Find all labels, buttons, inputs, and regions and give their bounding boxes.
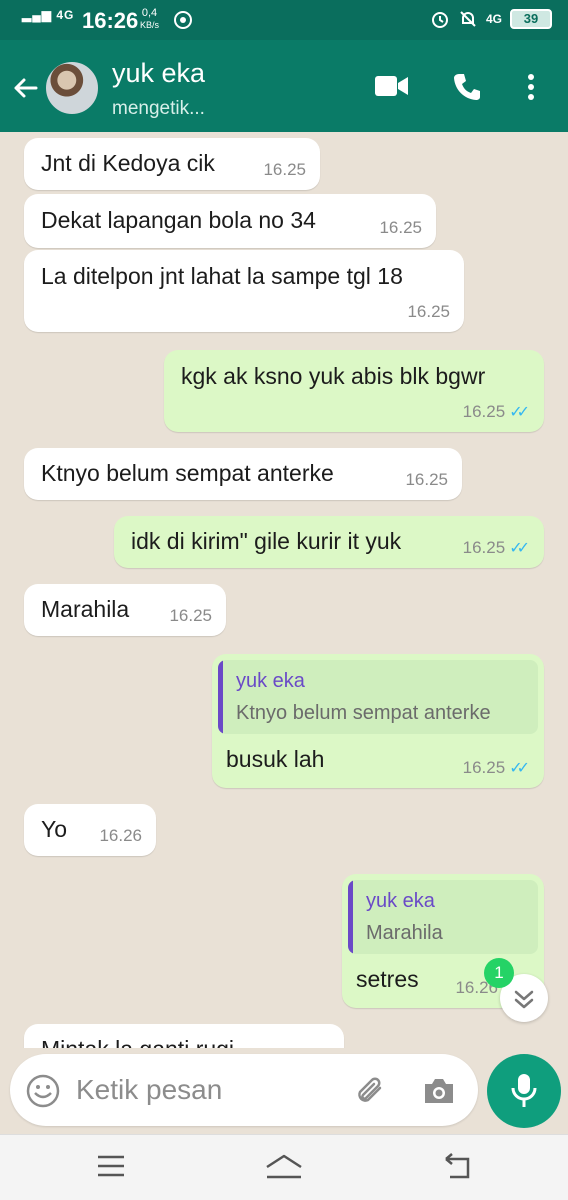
message-meta: 16.25 — [379, 218, 422, 238]
message-time: 16.25 — [462, 758, 506, 777]
speed-value: 0,4 — [141, 7, 158, 19]
quote-text: Marahila — [366, 922, 443, 944]
incoming-message[interactable]: Marahila 16.25 — [24, 584, 226, 636]
quote-author: yuk eka — [236, 670, 305, 692]
message-meta: 16.26 — [99, 826, 142, 846]
read-ticks-icon: ✓✓ — [509, 760, 530, 777]
battery-indicator: 39 — [510, 9, 552, 29]
contact-name[interactable]: yuk eka — [112, 58, 205, 89]
incoming-message[interactable]: Dekat lapangan bola no 34 16.25 — [24, 194, 436, 248]
alarm-icon — [431, 12, 448, 28]
chrome-icon — [174, 11, 192, 29]
composer-bar: Ketik pesan — [0, 1048, 568, 1134]
message-time: 16.25 — [169, 606, 212, 625]
message-text: setres — [356, 966, 419, 992]
voice-call-icon[interactable] — [452, 72, 482, 102]
microphone-icon — [511, 1074, 537, 1107]
message-list[interactable]: Jnt di Kedoya cik 16.25 Dekat lapangan b… — [0, 132, 568, 1048]
more-options-icon[interactable] — [526, 72, 536, 102]
contact-avatar[interactable] — [44, 60, 100, 116]
incoming-message[interactable]: Jnt di Kedoya cik 16.25 — [24, 138, 320, 190]
home-nav-icon[interactable] — [264, 1153, 304, 1181]
message-meta: 16.25 — [405, 470, 448, 490]
voice-record-button[interactable] — [487, 1054, 561, 1128]
read-ticks-icon: ✓✓ — [509, 404, 530, 421]
message-meta: 16.25 — [263, 160, 306, 180]
message-meta: 16.25 ✓✓ — [463, 402, 530, 422]
mute-icon — [460, 11, 476, 27]
video-call-icon[interactable] — [374, 72, 410, 100]
outgoing-reply-message[interactable]: yuk eka Ktnyo belum sempat anterke busuk… — [212, 654, 544, 788]
message-meta: 16.25 — [407, 302, 450, 322]
quoted-message[interactable]: yuk eka Marahila — [348, 880, 538, 954]
message-time: 16.25 — [462, 402, 506, 421]
message-input[interactable]: Ketik pesan — [10, 1054, 478, 1126]
outgoing-message[interactable]: idk di kirim" gile kurir it yuk 16.25 ✓✓ — [114, 516, 544, 568]
message-time: 16.25 — [379, 218, 422, 237]
incoming-message[interactable]: Ktnyo belum sempat anterke 16.25 — [24, 448, 462, 500]
incoming-message[interactable]: La ditelpon jnt lahat la sampe tgl 18 16… — [24, 250, 464, 332]
message-text: Dekat lapangan bola no 34 — [41, 207, 316, 233]
message-text: busuk lah — [226, 746, 325, 772]
camera-icon[interactable] — [422, 1076, 456, 1106]
network-speed: 0,4 KB/s — [140, 7, 159, 31]
message-input-placeholder[interactable]: Ketik pesan — [76, 1074, 222, 1106]
message-time: 16.25 — [405, 470, 448, 489]
quote-author: yuk eka — [366, 890, 435, 912]
quote-bar — [218, 660, 223, 734]
emoji-icon[interactable] — [26, 1074, 60, 1108]
message-text: Mintak la ganti rugi — [41, 1036, 234, 1048]
read-ticks-icon: ✓✓ — [509, 540, 530, 557]
incoming-message[interactable]: Yo 16.26 — [24, 804, 156, 856]
network-type-right: 4G — [485, 12, 502, 26]
menu-nav-icon[interactable] — [96, 1153, 126, 1179]
message-text: kgk ak ksno yuk abis blk bgwr — [181, 363, 486, 389]
signal-icon: ▂▄▆ — [22, 8, 52, 22]
typing-status: mengetik... — [112, 98, 205, 119]
message-time: 16.26 — [99, 826, 142, 845]
message-text: idk di kirim" gile kurir it yuk — [131, 528, 402, 554]
message-text: Ktnyo belum sempat anterke — [41, 460, 334, 486]
message-text: La ditelpon jnt lahat la sampe tgl 18 — [41, 263, 403, 289]
status-bar: ▂▄▆ 4G 16:26 0,4 KB/s 4G 39 — [0, 0, 568, 40]
message-text: Jnt di Kedoya cik — [41, 150, 215, 176]
message-time: 16.25 — [407, 302, 450, 321]
back-nav-icon[interactable] — [442, 1153, 472, 1181]
clock: 16:26 — [82, 8, 139, 33]
speed-unit: KB/s — [140, 20, 160, 30]
message-text: Yo — [41, 816, 68, 842]
network-type-left: 4G — [56, 8, 75, 22]
signal-icons: ▂▄▆ 4G — [22, 8, 74, 22]
attachment-icon[interactable] — [354, 1074, 388, 1108]
quote-bar — [348, 880, 353, 954]
system-navigation-bar — [0, 1134, 568, 1200]
message-meta: 16.25 — [169, 606, 212, 626]
message-text: Marahila — [41, 596, 130, 622]
chat-header: yuk eka mengetik... — [0, 40, 568, 132]
status-right: 4G 39 — [430, 9, 552, 29]
message-time: 16.25 — [462, 538, 506, 557]
message-time: 16.25 — [263, 160, 306, 179]
back-arrow-icon[interactable] — [10, 72, 42, 104]
outgoing-message[interactable]: kgk ak ksno yuk abis blk bgwr 16.25 ✓✓ — [164, 350, 544, 432]
message-meta: 16.25 ✓✓ — [463, 758, 530, 778]
message-meta: 16.25 ✓✓ — [463, 538, 530, 558]
quote-text: Ktnyo belum sempat anterke — [236, 702, 491, 724]
unread-count-badge: 1 — [484, 958, 514, 988]
incoming-message[interactable]: Mintak la ganti rugi — [24, 1024, 344, 1048]
quoted-message[interactable]: yuk eka Ktnyo belum sempat anterke — [218, 660, 538, 734]
